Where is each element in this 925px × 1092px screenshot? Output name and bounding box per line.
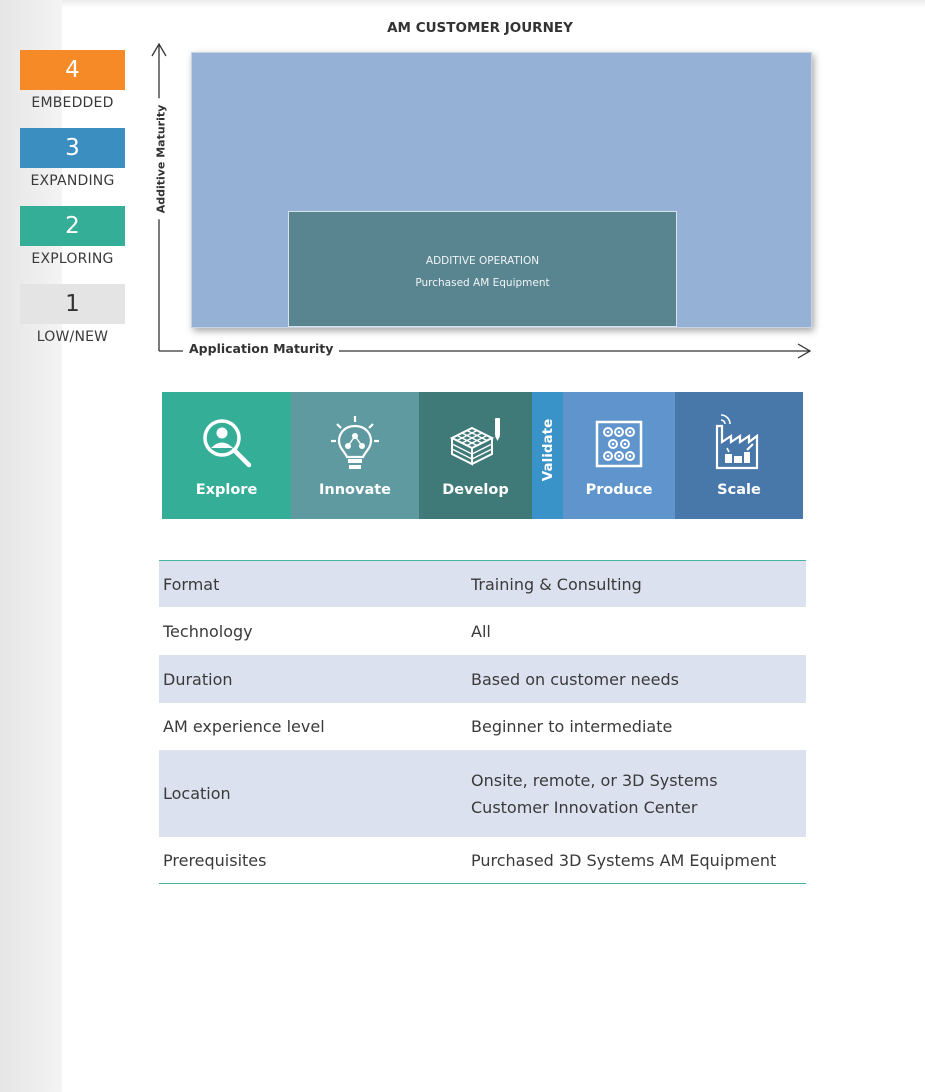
stage-scale: Scale (675, 392, 803, 519)
table-row-location: Location Onsite, remote, or 3D Systems C… (159, 750, 806, 837)
additive-operation-box: ADDITIVE OPERATION Purchased AM Equipmen… (288, 211, 677, 327)
level-3-number: 3 (20, 128, 125, 168)
gears-grid-icon (589, 414, 649, 474)
row-value: Purchased 3D Systems AM Equipment (471, 850, 777, 870)
row-value: Beginner to intermediate (471, 717, 673, 736)
journey-stages: Explore Innovate Develop Validate Produc… (162, 392, 803, 519)
level-1-label: LOW/NEW (36, 329, 109, 345)
stage-scale-label: Scale (717, 482, 761, 498)
row-value: Onsite, remote, or 3D Systems Customer I… (471, 770, 718, 817)
y-axis-label: Additive Maturity (154, 98, 168, 220)
additive-operation-subtitle: Purchased AM Equipment (415, 277, 550, 289)
level-4-number: 4 (20, 50, 125, 90)
table-row-technology: Technology All (159, 607, 806, 655)
level-4: 4 EMBEDDED (20, 50, 125, 116)
level-2-number: 2 (20, 206, 125, 246)
magnifier-person-icon (197, 414, 257, 474)
factory-signal-icon (709, 414, 769, 474)
row-value: All (471, 621, 491, 641)
level-2-label: EXPLORING (31, 251, 114, 267)
stage-produce: Produce (563, 392, 675, 519)
row-key: Location (163, 784, 231, 803)
stage-innovate: Innovate (291, 392, 419, 519)
stage-validate-label: Validate (539, 418, 556, 482)
level-4-label: EMBEDDED (31, 95, 114, 111)
row-key: Technology (163, 621, 253, 641)
program-details-table: Format Training & Consulting Technology … (159, 560, 806, 884)
row-key: Prerequisites (163, 850, 267, 870)
stage-develop-label: Develop (442, 482, 509, 498)
table-row-duration: Duration Based on customer needs (159, 655, 806, 703)
level-1: 1 LOW/NEW (20, 284, 125, 350)
level-3: 3 EXPANDING (20, 128, 125, 194)
stage-explore: Explore (162, 392, 291, 519)
stage-validate: Validate (532, 392, 563, 519)
stage-explore-label: Explore (195, 482, 258, 498)
top-shadow (62, 0, 925, 8)
table-row-prerequisites: Prerequisites Purchased 3D Systems AM Eq… (159, 837, 806, 883)
level-1-number: 1 (20, 284, 125, 324)
row-key: AM experience level (163, 717, 325, 736)
stage-develop: Develop (419, 392, 532, 519)
stage-innovate-label: Innovate (318, 482, 391, 498)
x-axis-label: Application Maturity (183, 341, 340, 356)
level-2: 2 EXPLORING (20, 206, 125, 272)
row-value: Training & Consulting (471, 574, 642, 594)
level-3-label: EXPANDING (30, 173, 115, 189)
table-row-experience: AM experience level Beginner to intermed… (159, 703, 806, 750)
lattice-cube-pencil-icon (446, 414, 506, 474)
diagram-title: AM CUSTOMER JOURNEY (387, 20, 573, 36)
row-key: Duration (163, 669, 233, 689)
stage-produce-label: Produce (585, 482, 653, 498)
additive-operation-title: ADDITIVE OPERATION (425, 255, 540, 267)
table-row-format: Format Training & Consulting (159, 561, 806, 607)
lightbulb-network-icon (325, 414, 385, 474)
row-key: Format (163, 574, 220, 594)
row-value: Based on customer needs (471, 669, 679, 689)
